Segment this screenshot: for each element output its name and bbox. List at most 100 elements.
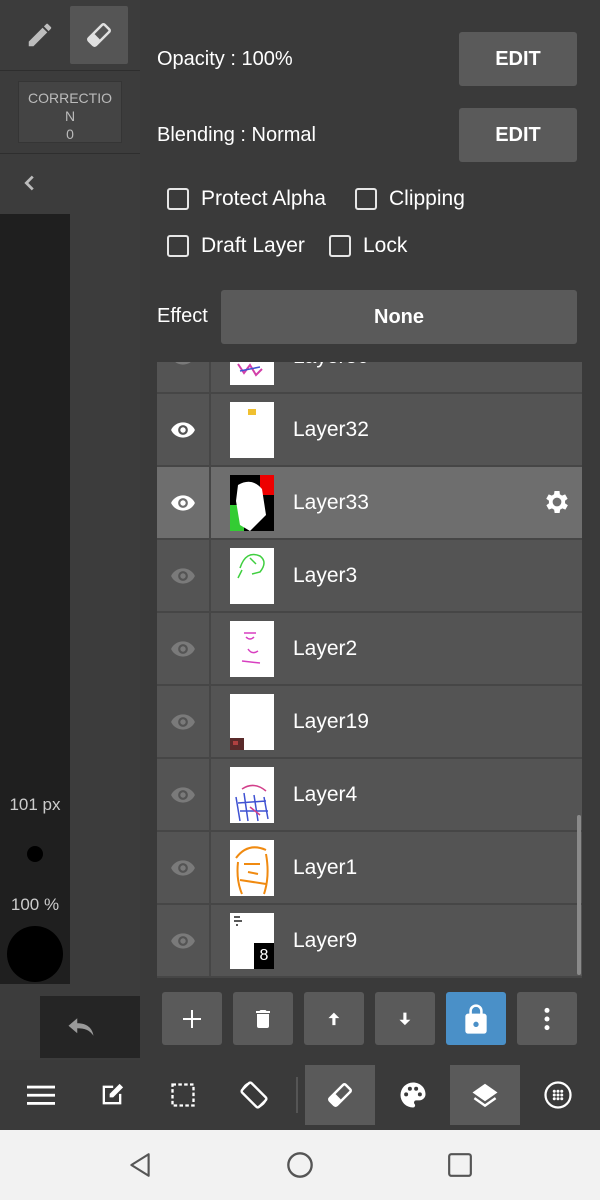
color-palette-button[interactable] [378,1065,448,1125]
toolbar-divider [296,1077,298,1113]
grid-globe-icon [544,1081,572,1109]
color-swatch[interactable] [7,926,63,982]
layer-row-selected[interactable]: Layer33 [157,467,582,540]
blending-edit-button[interactable]: EDIT [459,108,577,162]
brush-size-preview[interactable] [27,846,43,862]
more-vert-icon [544,1007,550,1030]
layer-row[interactable]: Layer30 [157,362,582,394]
layer-thumbnail [230,840,274,896]
eraser-icon [328,1083,352,1107]
layers-button[interactable] [450,1065,520,1125]
thumbnail-art [230,738,244,750]
layer-row[interactable]: Layer2 [157,613,582,686]
bottom-toolbar [0,1060,600,1130]
layer-row[interactable]: Layer32 [157,394,582,467]
correction-button[interactable]: CORRECTIO N 0 [18,81,122,143]
checkbox-box [329,235,351,257]
clipping-checkbox[interactable]: Clipping [355,187,465,211]
layers-icon [472,1083,498,1108]
home-button[interactable] [280,1147,320,1183]
collapse-panel-button[interactable] [0,157,60,209]
layer-name: Layer30 [293,362,369,392]
selection-button[interactable] [148,1065,218,1125]
thumbnail-art [237,363,263,377]
visibility-toggle[interactable] [157,759,211,830]
undo-icon [68,1018,94,1036]
eraser-tool-button[interactable] [70,6,128,64]
visibility-toggle[interactable] [157,394,211,465]
layer-row[interactable]: Layer4 [157,759,582,832]
layer-thumbnail [230,362,274,385]
back-button[interactable] [120,1147,160,1183]
layer-row[interactable]: Layer1 [157,832,582,905]
add-layer-button[interactable] [162,992,222,1045]
visibility-toggle[interactable] [157,832,211,903]
add-icon [183,1009,201,1028]
canvas-area[interactable] [0,214,70,984]
thumbnail-art [237,553,265,579]
recents-button[interactable] [440,1147,480,1183]
eye-icon [171,421,195,438]
visibility-toggle[interactable] [157,362,211,392]
layer-row[interactable]: Layer3 [157,540,582,613]
layer-name: Layer33 [293,491,369,514]
correction-value: 0 [66,126,74,142]
layer-list[interactable]: Layer30 Layer32 Layer33 Layer3 [157,362,582,978]
menu-icon [27,1085,55,1105]
eye-icon [171,786,195,803]
protect-alpha-checkbox[interactable]: Protect Alpha [167,187,326,211]
eye-icon [171,640,195,657]
move-layer-down-button[interactable] [375,992,435,1045]
visibility-toggle[interactable] [157,686,211,757]
lock-checkbox[interactable]: Lock [329,234,407,258]
visibility-toggle[interactable] [157,905,211,976]
eye-icon [175,362,191,365]
home-icon [287,1152,313,1178]
effect-label: Effect [157,305,208,327]
layer-row[interactable]: Layer19 [157,686,582,759]
material-button[interactable] [523,1065,593,1125]
layer-row[interactable]: 8 Layer9 [157,905,582,978]
back-icon [130,1153,150,1177]
move-layer-up-button[interactable] [304,992,364,1045]
visibility-toggle[interactable] [157,540,211,611]
eye-icon [171,932,195,949]
more-options-button[interactable] [517,992,577,1045]
thumbnail-art [248,409,256,415]
rotate-canvas-button[interactable] [219,1065,289,1125]
undo-button[interactable] [40,996,140,1058]
eye-icon [171,567,195,584]
visibility-toggle[interactable] [157,467,211,538]
blending-label: Blending : Normal [157,124,316,146]
layer-name: Layer19 [293,710,369,733]
layer-count-badge: 8 [254,943,274,969]
android-nav-bar [0,1130,600,1200]
clipping-label: Clipping [389,187,465,210]
menu-button[interactable] [6,1065,76,1125]
arrow-up-icon [328,1012,340,1025]
lock-layer-button[interactable] [446,992,506,1045]
layer-list-scrollbar[interactable] [577,815,581,975]
layer-thumbnail [230,621,274,677]
thumbnail-art [230,475,274,531]
eye-icon [171,494,195,511]
opacity-edit-button[interactable]: EDIT [459,32,577,86]
pen-tool-button[interactable] [11,6,69,64]
effect-select-button[interactable]: None [221,290,577,344]
thumbnail-art [241,632,261,664]
opacity-label: Opacity : 100% [157,48,293,70]
layer-name: Layer3 [293,564,358,587]
edit-button[interactable] [77,1065,147,1125]
palette-icon [400,1082,426,1108]
layer-settings-button[interactable] [542,487,572,522]
lock-icon [465,1003,487,1034]
layer-name: Layer4 [293,783,358,806]
draft-layer-checkbox[interactable]: Draft Layer [167,234,305,258]
pen-icon [28,23,52,47]
visibility-toggle[interactable] [157,613,211,684]
eraser-toolbar-button[interactable] [305,1065,375,1125]
delete-layer-button[interactable] [233,992,293,1045]
layer-name: Layer32 [293,418,369,441]
recents-icon [448,1153,472,1177]
divider [0,153,140,154]
